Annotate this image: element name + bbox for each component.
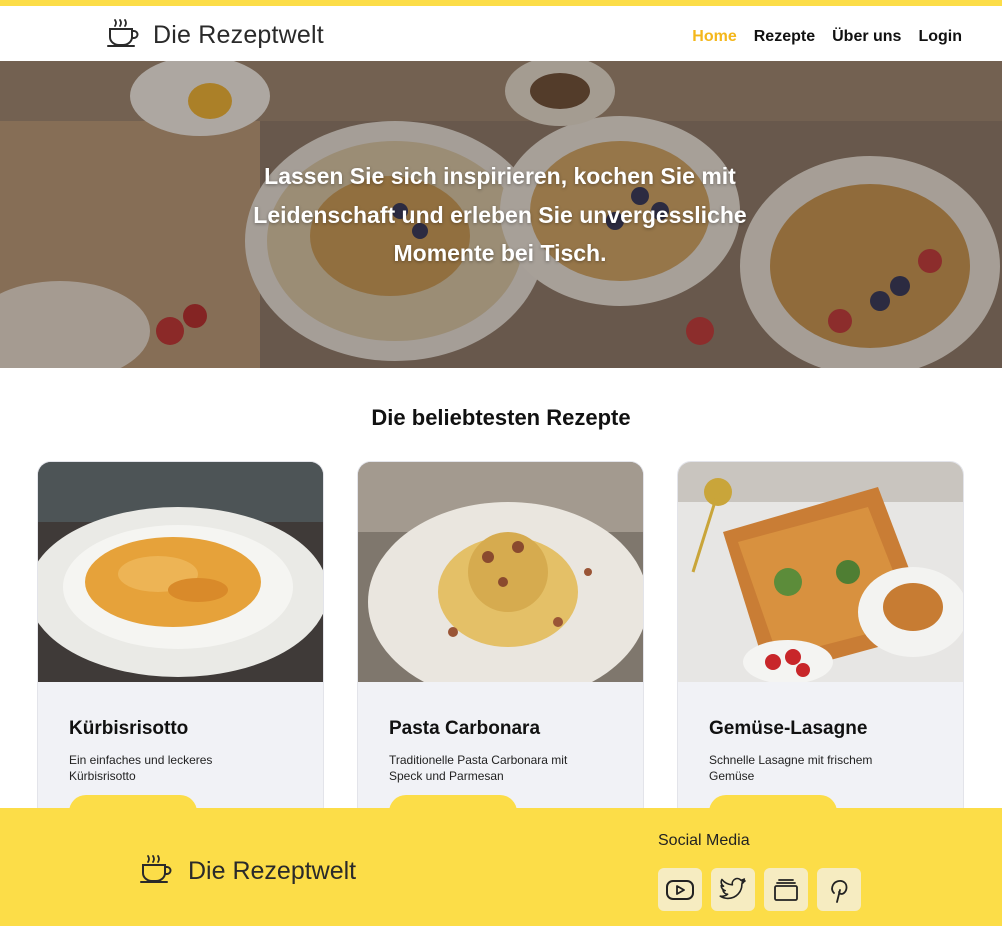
hero-banner: Lassen Sie sich inspirieren, kochen Sie … <box>0 61 1002 368</box>
coffee-cup-icon <box>107 18 139 53</box>
recipe-description: Traditionelle Pasta Carbonara mit Speck … <box>389 753 568 783</box>
nav-login[interactable]: Login <box>918 28 962 46</box>
recipe-description: Ein einfaches und leckeres Kürbisrisotto <box>69 753 213 783</box>
brand-logo[interactable]: Die Rezeptwelt <box>107 18 324 53</box>
gallery-icon[interactable] <box>764 868 808 911</box>
recipe-photo-carbonara <box>358 462 643 682</box>
hero-headline: Lassen Sie sich inspirieren, kochen Sie … <box>253 163 747 266</box>
nav-ueber-uns[interactable]: Über uns <box>832 28 901 46</box>
social-icons <box>658 868 861 911</box>
main-nav: Home Rezepte Über uns Login <box>692 28 962 46</box>
nav-home[interactable]: Home <box>692 28 736 46</box>
social-media-title: Social Media <box>658 832 750 849</box>
navbar: Die Rezeptwelt Home Rezepte Über uns Log… <box>0 6 1002 61</box>
recipe-description: Schnelle Lasagne mit frischem Gemüse <box>709 753 873 783</box>
twitter-icon[interactable] <box>711 868 755 911</box>
footer-brand-name: Die Rezeptwelt <box>188 857 357 885</box>
footer: Die Rezeptwelt Social Media <box>0 808 1002 926</box>
recipe-card-gemuese-lasagne[interactable]: Gemüse-Lasagne Schnelle Lasagne mit fris… <box>677 461 964 821</box>
recipe-title: Gemüse-Lasagne <box>709 718 868 739</box>
youtube-icon[interactable] <box>658 868 702 911</box>
recipe-card-pasta-carbonara[interactable]: Pasta Carbonara Traditionelle Pasta Carb… <box>357 461 644 821</box>
recipe-photo-risotto <box>38 462 323 682</box>
footer-brand-logo[interactable]: Die Rezeptwelt <box>140 854 356 889</box>
coffee-cup-icon <box>140 854 172 889</box>
recipe-title: Pasta Carbonara <box>389 718 541 739</box>
recipe-photo-lasagne <box>678 462 963 682</box>
recipe-title: Kürbisrisotto <box>69 718 189 739</box>
brand-name: Die Rezeptwelt <box>153 21 324 49</box>
recipe-card-kuerbisrisotto[interactable]: Kürbisrisotto Ein einfaches und leckeres… <box>37 461 324 821</box>
popular-recipes-title: Die beliebtesten Rezepte <box>371 405 631 430</box>
recipe-cards: Kürbisrisotto Ein einfaches und leckeres… <box>37 461 965 821</box>
pinterest-icon[interactable] <box>817 868 861 911</box>
nav-rezepte[interactable]: Rezepte <box>754 28 815 46</box>
